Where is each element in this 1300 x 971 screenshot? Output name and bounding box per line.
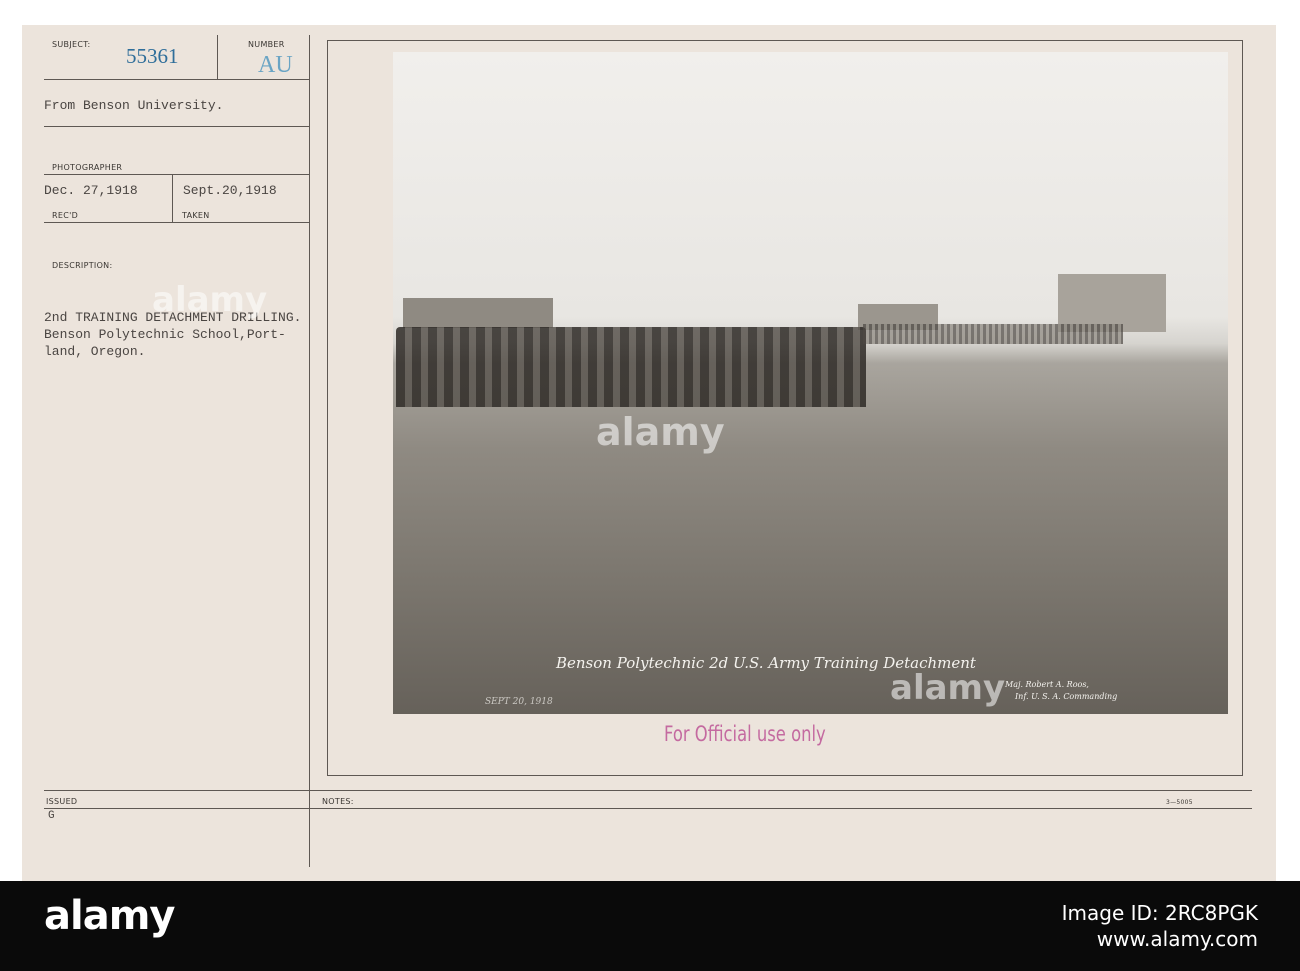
divider	[44, 79, 309, 80]
alamy-logo: alamy	[44, 893, 175, 939]
frame-line	[327, 40, 328, 775]
divider	[44, 174, 309, 175]
image-id-block: Image ID: 2RC8PGK www.alamy.com	[1062, 900, 1258, 952]
received-date: Dec. 27,1918	[44, 183, 138, 198]
frame-line	[1242, 40, 1243, 775]
divider	[44, 808, 1252, 809]
divider	[172, 174, 173, 222]
number-label: NUMBER	[248, 40, 285, 49]
divider	[217, 35, 218, 79]
watermark: alamy	[596, 410, 725, 454]
source-text: From Benson University.	[44, 98, 224, 113]
frame-line	[327, 40, 1243, 41]
taken-date: Sept.20,1918	[183, 183, 277, 198]
number-code: AU	[258, 52, 293, 78]
notes-label: NOTES:	[322, 797, 354, 806]
description-label: DESCRIPTION:	[52, 261, 113, 270]
commander-line: Maj. Robert A. Roos,	[1005, 680, 1089, 689]
taken-label: TAKEN	[182, 211, 210, 220]
photographer-label: PHOTOGRAPHER	[52, 163, 123, 172]
date-inscription: SEPT 20, 1918	[485, 697, 553, 707]
image-id: Image ID: 2RC8PGK	[1061, 901, 1258, 925]
marching-soldiers	[396, 327, 866, 407]
divider	[309, 35, 310, 867]
description-line: land, Oregon.	[44, 344, 146, 359]
divider	[44, 126, 309, 127]
subject-label: SUBJECT:	[52, 40, 91, 49]
commander-line: Inf. U. S. A. Commanding	[1015, 692, 1118, 701]
photograph: Benson Polytechnic 2d U.S. Army Training…	[393, 52, 1228, 714]
form-number: 3—5005	[1166, 799, 1193, 806]
watermark: alamy	[152, 280, 268, 320]
official-use-stamp: For Official use only	[664, 722, 826, 746]
distant-soldiers	[863, 324, 1123, 344]
divider	[44, 222, 309, 223]
issued-label: ISSUED	[46, 797, 78, 806]
site-url: www.alamy.com	[1096, 927, 1258, 951]
subject-number: 55361	[126, 44, 179, 68]
divider	[44, 790, 1252, 791]
houses	[403, 298, 553, 328]
issued-value: G	[48, 810, 55, 822]
watermark: alamy	[890, 668, 1006, 708]
description-line: Benson Polytechnic School,Port-	[44, 327, 286, 342]
received-label: REC'D	[52, 211, 79, 220]
frame-line	[327, 775, 1243, 776]
